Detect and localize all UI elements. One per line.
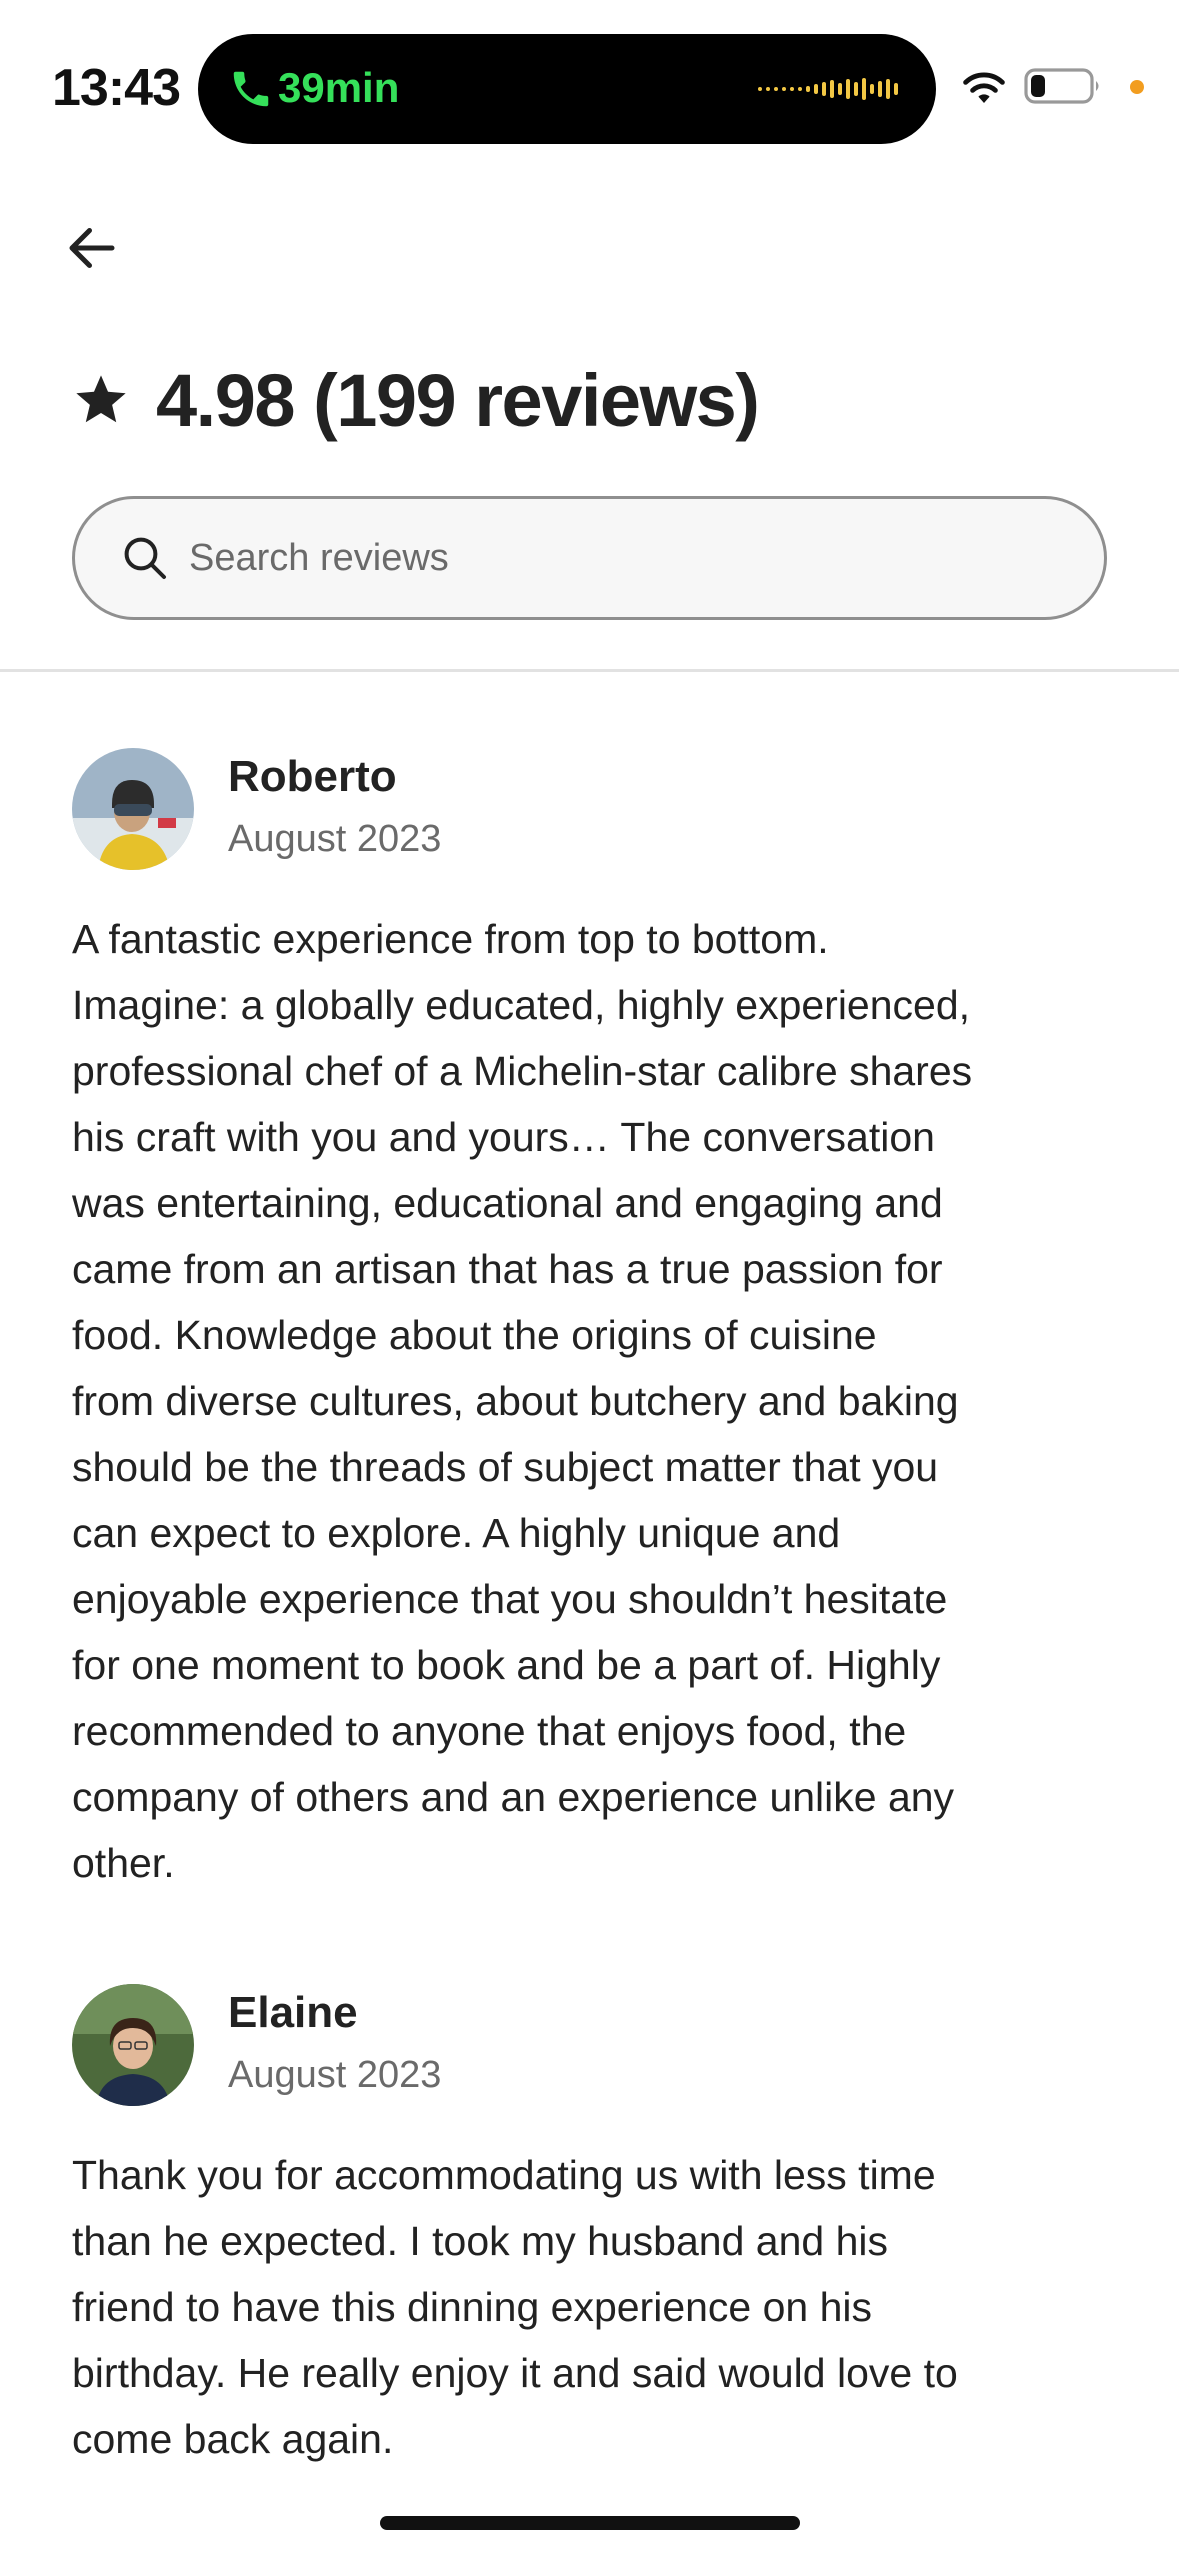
arrow-left-icon[interactable] bbox=[62, 218, 122, 278]
avatar[interactable] bbox=[72, 748, 194, 870]
search-icon bbox=[124, 537, 166, 579]
call-duration: 39min bbox=[278, 64, 400, 111]
rating-title: 4.98 (199 reviews) bbox=[156, 358, 760, 442]
avatar[interactable] bbox=[72, 1984, 194, 2106]
status-time: 13:43 bbox=[52, 59, 181, 117]
star-icon bbox=[76, 375, 126, 423]
review-text: Thank you for accommodating us with less… bbox=[72, 2152, 958, 2462]
reviewer-header: Roberto August 2023 bbox=[72, 748, 1112, 870]
review-date: August 2023 bbox=[228, 2054, 442, 2096]
reviewer-name: Roberto bbox=[228, 752, 397, 801]
review-date: August 2023 bbox=[228, 818, 442, 860]
search-input[interactable] bbox=[189, 536, 989, 580]
waveform-icon bbox=[758, 70, 898, 108]
phone-icon bbox=[233, 71, 269, 107]
dynamic-island-call[interactable]: 39min bbox=[198, 34, 936, 144]
battery-icon bbox=[1024, 68, 1099, 104]
search-box[interactable] bbox=[72, 496, 1107, 620]
reviews-page: 13:43 39min 4.98 (199 reviews) Search re… bbox=[0, 0, 1179, 2556]
review-text: A fantastic experience from top to botto… bbox=[72, 916, 973, 1886]
reviewer-header: Elaine August 2023 bbox=[72, 1984, 1112, 2106]
wifi-icon bbox=[963, 72, 1005, 103]
divider bbox=[0, 669, 1179, 672]
rating-header: 4.98 (199 reviews) bbox=[72, 352, 760, 448]
status-bar: 13:43 39min bbox=[0, 0, 1179, 150]
reviewer-name: Elaine bbox=[228, 1988, 358, 2037]
home-indicator[interactable] bbox=[380, 2516, 800, 2530]
orange-dot-indicator bbox=[1130, 80, 1144, 94]
review-item: Elaine August 2023 Thank you for accommo… bbox=[72, 1984, 1112, 2472]
review-item: Roberto August 2023 A fantastic experien… bbox=[72, 748, 1112, 1896]
